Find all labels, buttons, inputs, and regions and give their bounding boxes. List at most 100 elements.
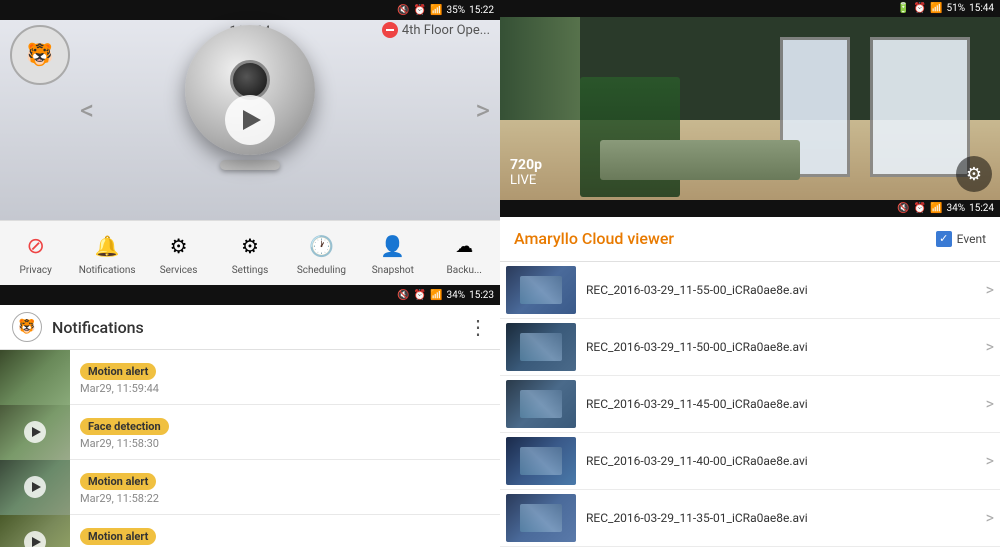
notification-item-2[interactable]: Face detection Mar29, 11:58:30 xyxy=(0,405,500,460)
notif-badge-2: Face detection xyxy=(80,418,169,435)
notification-item-1[interactable]: Motion alert Mar29, 11:59:44 xyxy=(0,350,500,405)
notif-logo: 🐯 xyxy=(12,312,42,342)
rec-arrow-4: > xyxy=(986,451,994,470)
status-bar-mid-right: 🔇 ⏰ 📶 34% 15:24 xyxy=(500,200,1000,217)
toolbar-item-backup[interactable]: ☁ Backu... xyxy=(429,230,500,276)
recording-item-4[interactable]: REC_2016-03-29_11-40-00_iCRa0ae8e.avi > xyxy=(500,433,1000,490)
notif-thumb-2-wrap xyxy=(0,405,70,460)
rec-filename-3: REC_2016-03-29_11-45-00_iCRa0ae8e.avi xyxy=(586,397,981,411)
notification-item-4[interactable]: Motion alert Mar29, 11:57:00 xyxy=(0,515,500,547)
rec-thumb-4 xyxy=(506,437,576,485)
recording-list: REC_2016-03-29_11-55-00_iCRa0ae8e.avi > … xyxy=(500,262,1000,547)
notifications-title: Notifications xyxy=(52,318,458,337)
rec-filename-2: REC_2016-03-29_11-50-00_iCRa0ae8e.avi xyxy=(586,340,981,354)
notification-item-3[interactable]: Motion alert Mar29, 11:58:22 xyxy=(0,460,500,515)
cloud-viewer-header: Amaryllo Cloud viewer ✓ Event xyxy=(500,217,1000,262)
app-logo-area: 🐯 xyxy=(10,25,70,85)
rec-thumb-img-5 xyxy=(506,494,576,542)
notifications-menu-button[interactable]: ⋮ xyxy=(468,315,488,339)
time-left: 15:22 xyxy=(469,5,494,16)
privacy-icon: ⊘ xyxy=(20,230,52,262)
scheduling-icon: 🕐 xyxy=(305,230,337,262)
backup-icon: ☁ xyxy=(448,230,480,262)
status-bar-top-right: 🔋 ⏰ 📶 51% 15:44 xyxy=(500,0,1000,17)
time-mid-left: 15:23 xyxy=(469,290,494,301)
notif-thumb-3-wrap xyxy=(0,460,70,515)
mute-icon-mid-right: 🔇 xyxy=(897,203,909,214)
toolbar-item-settings[interactable]: ⚙ Settings xyxy=(214,230,285,276)
notif-play-icon-4 xyxy=(24,531,46,547)
signal-icon-mid: 📶 xyxy=(430,290,442,301)
recording-item-3[interactable]: REC_2016-03-29_11-45-00_iCRa0ae8e.avi > xyxy=(500,376,1000,433)
toolbar-item-privacy[interactable]: ⊘ Privacy xyxy=(0,230,71,276)
toolbar-item-notifications[interactable]: 🔔 Notifications xyxy=(71,230,142,276)
notifications-header: 🐯 Notifications ⋮ xyxy=(0,305,500,350)
alarm-icon: ⏰ xyxy=(414,5,426,16)
camera-name-header: 4th Floor Ope... xyxy=(382,22,490,38)
room-window-right xyxy=(870,37,970,177)
mute-icon-mid: 🔇 xyxy=(397,290,409,301)
battery-mid-left: 34% xyxy=(447,290,466,301)
toolbar-item-snapshot[interactable]: 👤 Snapshot xyxy=(357,230,428,276)
rec-filename-1: REC_2016-03-29_11-55-00_iCRa0ae8e.avi xyxy=(586,283,981,297)
nav-next-button[interactable]: > xyxy=(475,94,490,127)
battery-mid-right: 34% xyxy=(947,203,966,214)
alarm-icon-mid: ⏰ xyxy=(414,290,426,301)
live-camera-view: 720p LIVE ⚙ xyxy=(500,17,1000,201)
rec-arrow-1: > xyxy=(986,280,994,299)
event-checkbox[interactable]: ✓ Event xyxy=(936,231,986,247)
notif-badge-4: Motion alert xyxy=(80,528,156,545)
toolbar-item-scheduling[interactable]: 🕐 Scheduling xyxy=(286,230,357,276)
rec-filename-5: REC_2016-03-29_11-35-01_iCRa0ae8e.avi xyxy=(586,511,981,525)
rec-filename-4: REC_2016-03-29_11-40-00_iCRa0ae8e.avi xyxy=(586,454,981,468)
battery-icon-right: 🔋 xyxy=(897,3,909,14)
play-button[interactable] xyxy=(225,95,275,145)
notif-date-3: Mar29, 11:58:22 xyxy=(80,492,490,505)
checkbox-checked-icon: ✓ xyxy=(936,231,952,247)
camera-ball xyxy=(185,25,315,155)
camera-lens xyxy=(230,60,270,100)
services-icon: ⚙ xyxy=(163,230,195,262)
live-status: LIVE xyxy=(510,173,542,188)
rec-arrow-2: > xyxy=(986,337,994,356)
notif-date-1: Mar29, 11:59:44 xyxy=(80,382,490,395)
rec-thumb-2 xyxy=(506,323,576,371)
notif-content-3: Motion alert Mar29, 11:58:22 xyxy=(70,466,500,509)
status-bar-top-left: 🔇 ⏰ 📶 35% 15:22 xyxy=(0,0,500,20)
rec-thumb-img-1 xyxy=(506,266,576,314)
nav-prev-button[interactable]: < xyxy=(80,94,94,127)
camera-device xyxy=(185,25,315,170)
furniture-table xyxy=(600,140,800,180)
alarm-icon-right: ⏰ xyxy=(914,3,926,14)
backup-label: Backu... xyxy=(447,265,482,276)
notif-content-1: Motion alert Mar29, 11:59:44 xyxy=(70,356,500,399)
notifications-icon: 🔔 xyxy=(91,230,123,262)
notif-badge-1: Motion alert xyxy=(80,363,156,380)
camera-name-text: 4th Floor Ope... xyxy=(402,23,490,38)
notif-thumb-1 xyxy=(0,350,70,405)
camera-view: 🔇 ⏰ 📶 35% 15:22 🐯 11 / 24 4th Floor Ope.… xyxy=(0,0,500,220)
mute-icon: 🔇 xyxy=(397,5,409,16)
right-panel: 🔋 ⏰ 📶 51% 15:44 720p LIVE ⚙ 🔇 ⏰ 📶 34% 15… xyxy=(500,0,1000,547)
notifications-panel: 🐯 Notifications ⋮ Motion alert Mar29, 11… xyxy=(0,305,500,547)
rec-arrow-5: > xyxy=(986,508,994,527)
notifications-label: Notifications xyxy=(79,265,136,276)
play-triangle-4 xyxy=(32,537,41,547)
toolbar: ⊘ Privacy 🔔 Notifications ⚙ Services ⚙ S… xyxy=(0,220,500,285)
rec-thumb-img-3 xyxy=(506,380,576,428)
settings-label: Settings xyxy=(232,265,269,276)
alarm-icon-mid-right: ⏰ xyxy=(914,203,926,214)
play-triangle-icon xyxy=(243,110,261,130)
recording-item-2[interactable]: REC_2016-03-29_11-50-00_iCRa0ae8e.avi > xyxy=(500,319,1000,376)
recording-item-1[interactable]: REC_2016-03-29_11-55-00_iCRa0ae8e.avi > xyxy=(500,262,1000,319)
cloud-viewer-title: Amaryllo Cloud viewer xyxy=(514,229,936,248)
notif-badge-3: Motion alert xyxy=(80,473,156,490)
recording-item-5[interactable]: REC_2016-03-29_11-35-01_iCRa0ae8e.avi > xyxy=(500,490,1000,547)
camera-base xyxy=(220,160,280,170)
play-triangle-3 xyxy=(32,482,41,492)
battery-left: 35% xyxy=(447,5,466,16)
play-triangle-2 xyxy=(32,427,41,437)
live-badge: 720p LIVE xyxy=(510,157,542,188)
toolbar-item-services[interactable]: ⚙ Services xyxy=(143,230,214,276)
notif-thumb-4-wrap xyxy=(0,515,70,547)
